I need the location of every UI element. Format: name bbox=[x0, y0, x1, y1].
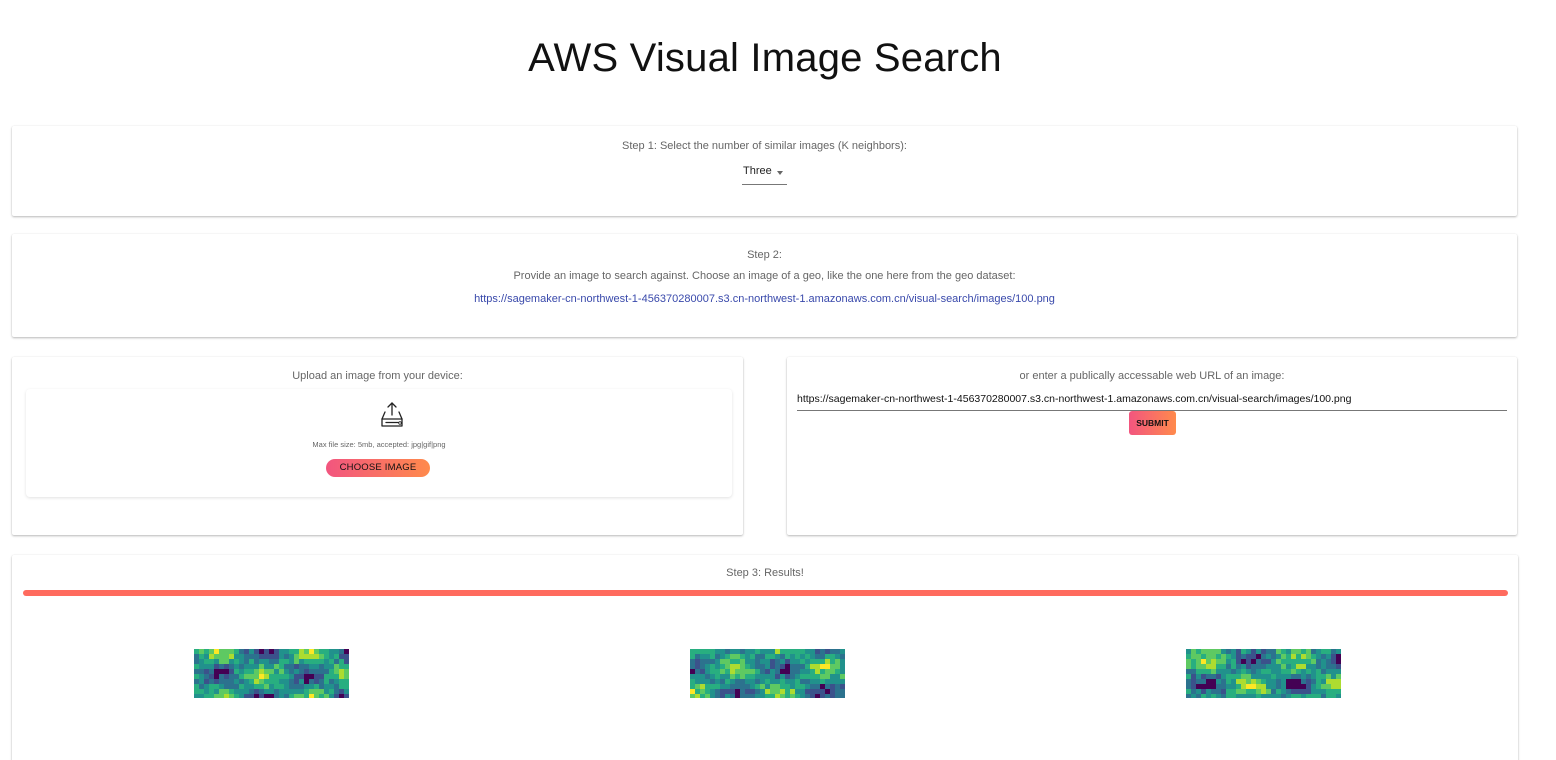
step2-description: Provide an image to search against. Choo… bbox=[513, 270, 1016, 282]
results-progress-bar bbox=[23, 590, 1508, 596]
sample-image-link[interactable]: https://sagemaker-cn-northwest-1-4563702… bbox=[12, 293, 1517, 305]
result-image-3[interactable] bbox=[1186, 649, 1341, 698]
step2-heading: Step 2: bbox=[747, 249, 782, 261]
image-url-input[interactable]: https://sagemaker-cn-northwest-1-4563702… bbox=[797, 392, 1507, 411]
step2-card: Step 2: Provide an image to search again… bbox=[12, 234, 1517, 337]
upload-label: Upload an image from your device: bbox=[292, 370, 463, 382]
upload-dropzone[interactable]: Max file size: 5mb, accepted: jpg|gif|pn… bbox=[26, 389, 732, 497]
url-card: or enter a publically accessable web URL… bbox=[787, 357, 1517, 535]
app-root: AWS Visual Image Search Step 1: Select t… bbox=[0, 0, 1556, 760]
k-neighbors-select[interactable]: Three bbox=[742, 164, 787, 185]
choose-image-button[interactable]: CHOOSE IMAGE bbox=[326, 459, 430, 477]
upload-card: Upload an image from your device: Max fi… bbox=[12, 357, 743, 535]
dropdown-caret-icon bbox=[777, 171, 783, 175]
url-label: or enter a publically accessable web URL… bbox=[1019, 370, 1285, 382]
page-title: AWS Visual Image Search bbox=[528, 36, 1002, 80]
results-heading: Step 3: Results! bbox=[726, 567, 804, 579]
upload-tray-icon bbox=[378, 401, 406, 434]
results-card: Step 3: Results! bbox=[12, 555, 1518, 760]
step1-card: Step 1: Select the number of similar ima… bbox=[12, 126, 1517, 216]
result-image-1[interactable] bbox=[194, 649, 349, 698]
submit-button[interactable]: SUBMIT bbox=[1129, 411, 1176, 435]
step1-label: Step 1: Select the number of similar ima… bbox=[622, 140, 907, 152]
result-image-2[interactable] bbox=[690, 649, 845, 698]
upload-hint: Max file size: 5mb, accepted: jpg|gif|pn… bbox=[312, 440, 446, 449]
image-url-value: https://sagemaker-cn-northwest-1-4563702… bbox=[797, 393, 1352, 405]
k-neighbors-value: Three bbox=[743, 165, 772, 177]
